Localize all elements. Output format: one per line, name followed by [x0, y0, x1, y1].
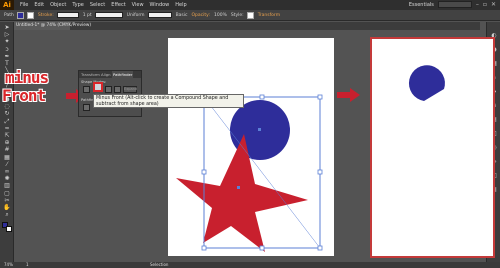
minus-front-tooltip: Minus Front (Alt-click to create a Compo…	[93, 94, 244, 108]
star-center-point	[237, 186, 240, 189]
tab-align[interactable]: Align	[100, 71, 112, 78]
right-arrow-icon	[337, 88, 360, 102]
exclude-button[interactable]	[114, 86, 121, 93]
annotation-minus: minus	[5, 68, 49, 87]
star-shape[interactable]	[176, 134, 308, 252]
tab-pathfinder[interactable]: Pathfinder	[112, 71, 134, 78]
minus-front-button[interactable]	[93, 82, 103, 100]
intersect-button[interactable]	[105, 86, 112, 93]
status-mode: Selection	[150, 262, 169, 267]
tab-transform[interactable]: Transform	[80, 71, 101, 78]
annotation-front: Front	[2, 86, 46, 105]
result-shape	[408, 65, 445, 101]
artboard-number[interactable]: 1	[26, 262, 29, 268]
panel-tab-strip: Transform Align Pathfinder	[79, 71, 141, 78]
bbox-handle-bl[interactable]	[201, 245, 207, 251]
divide-button[interactable]	[83, 104, 90, 111]
bbox-handle-ml[interactable]	[201, 169, 207, 175]
circle-center-point	[258, 128, 261, 131]
bbox-handle-tc[interactable]	[259, 94, 265, 100]
bbox-handle-br[interactable]	[317, 245, 323, 251]
bbox-handle-mr[interactable]	[317, 169, 323, 175]
illustrator-window: Ai File Edit Object Type Select Effect V…	[0, 0, 500, 268]
status-bar: 74% 1 Selection	[0, 262, 500, 268]
unite-button[interactable]	[83, 86, 90, 93]
result-preview	[370, 37, 495, 258]
expand-button[interactable]: Expand	[123, 86, 137, 93]
bbox-handle-bc[interactable]	[259, 245, 265, 251]
bbox-handle-tr[interactable]	[317, 94, 323, 100]
result-artwork	[408, 65, 445, 101]
zoom-level[interactable]: 74%	[4, 262, 13, 268]
